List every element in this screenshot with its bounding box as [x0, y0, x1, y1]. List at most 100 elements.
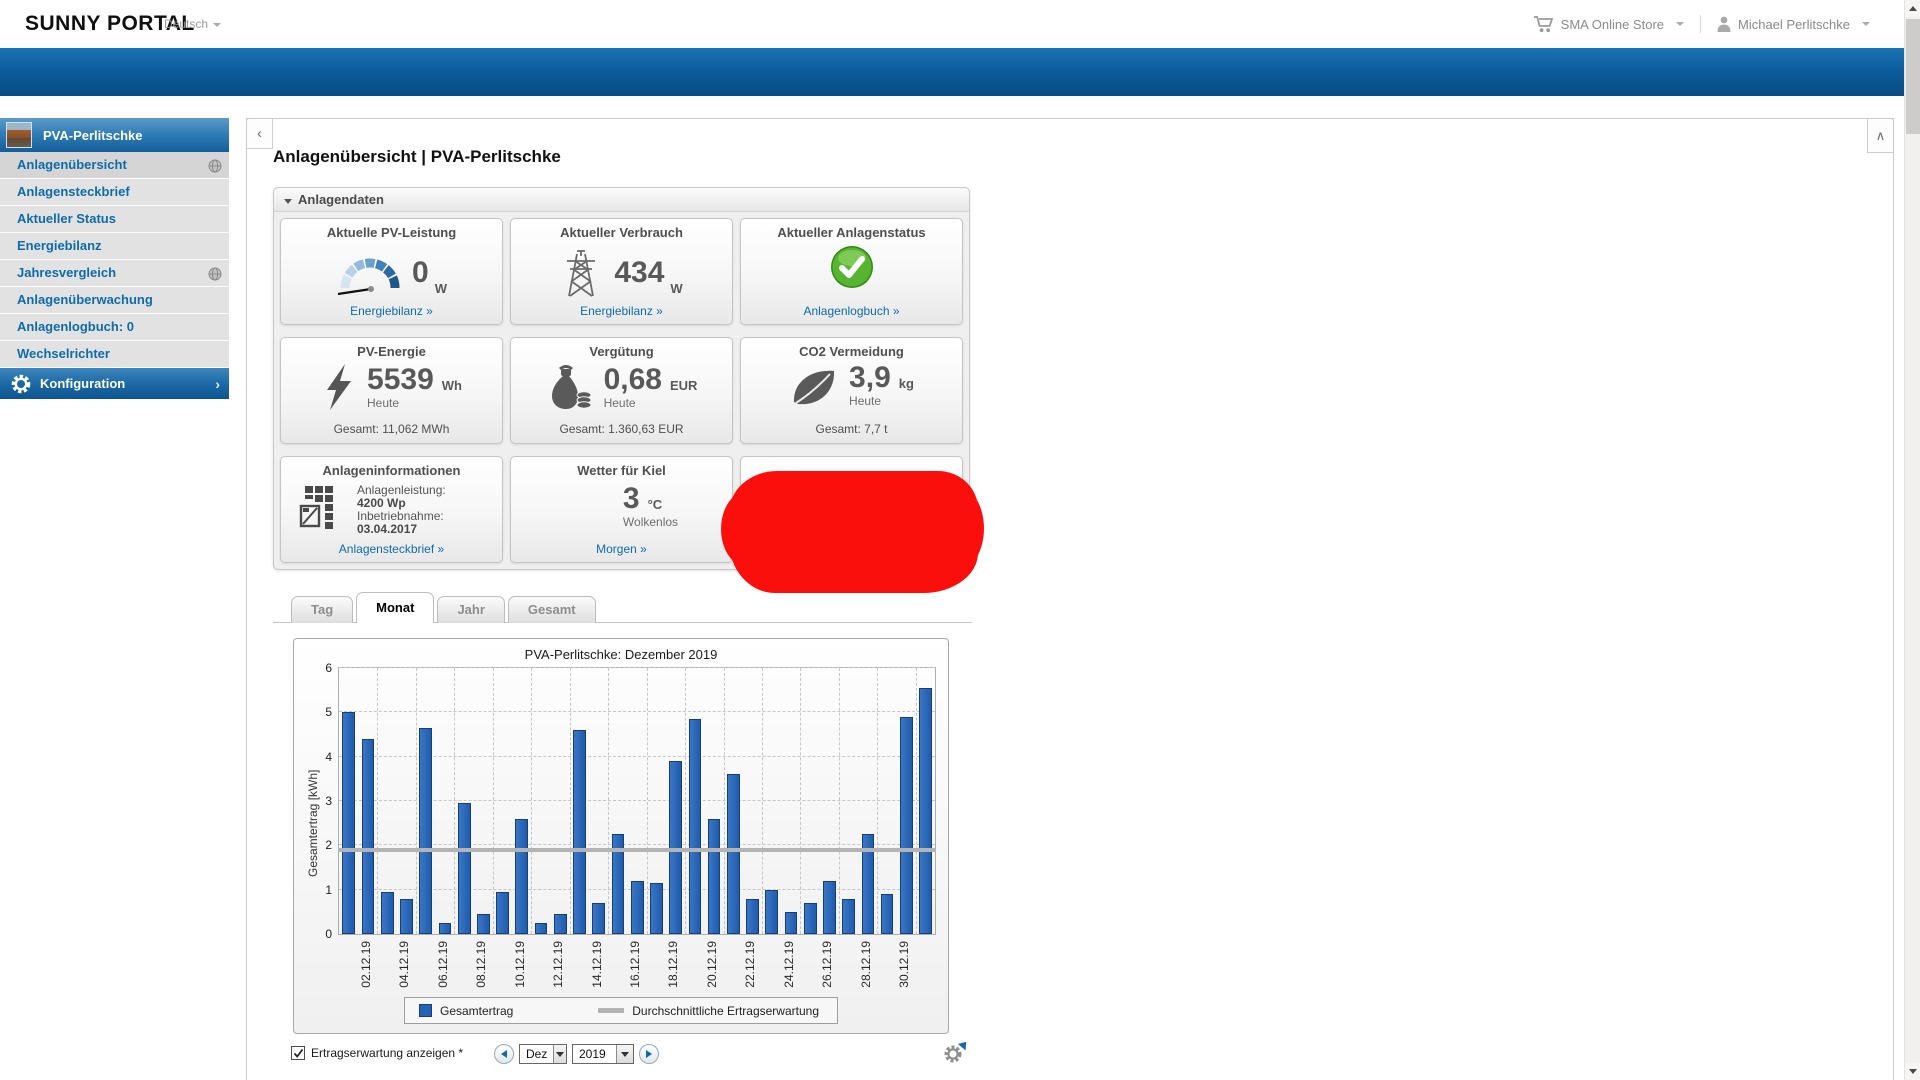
- chart-bar: [419, 727, 433, 934]
- pv-power-value: 0: [412, 256, 429, 289]
- sidebar-item-wechselrichter[interactable]: Wechselrichter: [0, 341, 229, 368]
- chart-bar: [592, 902, 606, 934]
- prev-month-button[interactable]: [494, 1044, 514, 1064]
- month-select[interactable]: Dez: [519, 1044, 567, 1064]
- yield-chart: PVA-Perlitschke: Dezember 2019 Gesamtert…: [293, 638, 949, 1034]
- x-axis-tick-label: 12.12.19: [551, 941, 566, 988]
- expectation-checkbox[interactable]: [291, 1046, 305, 1060]
- average-expectation-line: [338, 847, 936, 852]
- tab-gesamt[interactable]: Gesamt: [507, 596, 596, 623]
- tab-jahr[interactable]: Jahr: [437, 596, 505, 623]
- x-axis-tick-label: 04.12.19: [397, 941, 412, 988]
- energiebilanz-link[interactable]: Energiebilanz »: [281, 304, 502, 318]
- chart-title: PVA-Perlitschke: Dezember 2019: [524, 647, 718, 662]
- chart-bar: [746, 898, 759, 934]
- chart-plot: 0 1 2 3 4 5 6: [325, 661, 936, 941]
- sidebar-item-jahresvergleich[interactable]: Jahresvergleich: [0, 260, 229, 287]
- x-axis-tick-label: 24.12.19: [781, 941, 796, 988]
- sidebar-item-aktueller-status[interactable]: Aktueller Status: [0, 206, 229, 233]
- x-axis-tick-label: 14.12.19: [589, 941, 604, 988]
- sidebar-item-energiebilanz[interactable]: Energiebilanz: [0, 233, 229, 260]
- x-axis-tick-label: 22.12.19: [743, 941, 758, 988]
- chevron-down-icon: [213, 22, 222, 27]
- x-axis-tick-label: 06.12.19: [435, 941, 450, 988]
- gridline-v: [761, 668, 763, 934]
- chart-bar: [880, 894, 894, 934]
- gridline-v: [915, 668, 917, 934]
- y-axis-tick: 0: [325, 927, 332, 941]
- chart-bar: [400, 898, 413, 934]
- solar-plant-icon: [299, 486, 333, 529]
- user-menu[interactable]: Michael Perlitschke: [1717, 16, 1870, 32]
- lightning-icon: [327, 364, 352, 410]
- gridline-v: [569, 668, 571, 934]
- chart-bar: [630, 880, 644, 934]
- expectation-toggle[interactable]: Ertragserwartung anzeigen *: [291, 1046, 463, 1060]
- expectation-label: Ertragserwartung anzeigen *: [311, 1046, 464, 1060]
- revenue-total: Gesamt: 1.360,63 EUR: [559, 422, 684, 436]
- plant-name: PVA-Perlitschke: [43, 127, 143, 143]
- x-axis-tick-label: 10.12.19: [512, 941, 527, 988]
- pv-energy-value: 5539: [367, 362, 434, 396]
- sidebar-item-anlagensteckbrief[interactable]: Anlagensteckbrief: [0, 179, 229, 206]
- next-month-button[interactable]: [639, 1044, 659, 1064]
- period-tabs: Tag Monat Jahr Gesamt: [291, 592, 596, 623]
- tile-consumption: Aktueller Verbrauch 434 W Energiebilanz …: [510, 218, 733, 325]
- gridline-v: [492, 668, 494, 934]
- page-scrollbar[interactable]: [1904, 0, 1920, 1080]
- y-axis-tick: 5: [325, 705, 332, 720]
- morgen-link[interactable]: Morgen »: [511, 542, 732, 556]
- scrollbar-down-button[interactable]: [1905, 1063, 1920, 1080]
- sidebar-item-konfiguration[interactable]: Konfiguration ›: [0, 368, 229, 399]
- co2-value: 3,9: [849, 361, 891, 394]
- tab-monat[interactable]: Monat: [356, 592, 435, 623]
- anlagenlogbuch-link[interactable]: Anlagenlogbuch »: [741, 304, 962, 318]
- gridline-v: [415, 668, 417, 934]
- arrow-up-icon: [1909, 6, 1917, 11]
- panel-header[interactable]: Anlagendaten: [274, 188, 969, 212]
- gauge-icon: [337, 258, 400, 296]
- scroll-top-button[interactable]: ∧: [1867, 118, 1894, 153]
- tile-pv-energy: PV-Energie 5539 Wh Heute Gesamt: 11,062 M…: [280, 337, 503, 444]
- chart-bar: [803, 902, 817, 934]
- chart-bar: [496, 891, 509, 934]
- year-select[interactable]: 2019: [572, 1044, 634, 1064]
- energiebilanz-link[interactable]: Energiebilanz »: [511, 304, 732, 318]
- chart-bar: [842, 898, 856, 934]
- language-selector[interactable]: Deutsch: [164, 17, 222, 31]
- main-content: ‹ ∧ Anlagenübersicht | PVA-Perlitschke A…: [246, 118, 1894, 1080]
- sma-online-store-menu[interactable]: SMA Online Store: [1533, 15, 1684, 33]
- chart-bar: [823, 880, 836, 934]
- scrollbar-thumb[interactable]: [1906, 19, 1920, 134]
- power-pylon-icon: [567, 250, 596, 297]
- sidebar-item-anlagenuebersicht[interactable]: Anlagenübersicht: [0, 152, 229, 179]
- collapse-sidebar-button[interactable]: ‹: [246, 118, 273, 149]
- revenue-value: 0,68: [603, 362, 662, 396]
- globe-icon: [208, 267, 222, 281]
- page-title: Anlagenübersicht | PVA-Perlitschke: [273, 147, 561, 166]
- money-bag-icon: [551, 365, 592, 409]
- scrollbar-up-button[interactable]: [1905, 0, 1920, 17]
- settings-icon[interactable]: [943, 1038, 971, 1066]
- chart-controls: Ertragserwartung anzeigen * Dez 2019: [291, 1038, 971, 1068]
- chart-bar: [515, 818, 529, 934]
- chart-bar: [707, 818, 721, 934]
- gridline-v: [800, 668, 802, 934]
- sidebar-item-anlagenueberwachung[interactable]: Anlagenüberwachung: [0, 287, 229, 314]
- legend-line-swatch: [598, 1008, 625, 1013]
- x-axis-tick-label: 20.12.19: [704, 941, 719, 988]
- gridline-h: [339, 711, 935, 713]
- x-axis-tick-label: 30.12.19: [897, 941, 912, 988]
- chart-bar: [553, 914, 567, 934]
- x-axis-tick-label: 02.12.19: [358, 941, 373, 988]
- co2-total: Gesamt: 7,7 t: [815, 422, 888, 436]
- sidebar-plant-header[interactable]: PVA-Perlitschke: [0, 118, 229, 152]
- x-axis-tick-label: 16.12.19: [628, 941, 642, 988]
- tile-weather: Wetter für Kiel 3 °C Wolkenlos Morgen »: [510, 456, 733, 563]
- sidebar-item-anlagenlogbuch[interactable]: Anlagenlogbuch: 0: [0, 314, 229, 341]
- status-ok-icon: [830, 246, 873, 288]
- tab-tag[interactable]: Tag: [291, 596, 354, 623]
- y-axis-tick: 4: [325, 749, 332, 764]
- chart-bar: [438, 922, 452, 934]
- anlagensteckbrief-link[interactable]: Anlagensteckbrief »: [281, 542, 502, 556]
